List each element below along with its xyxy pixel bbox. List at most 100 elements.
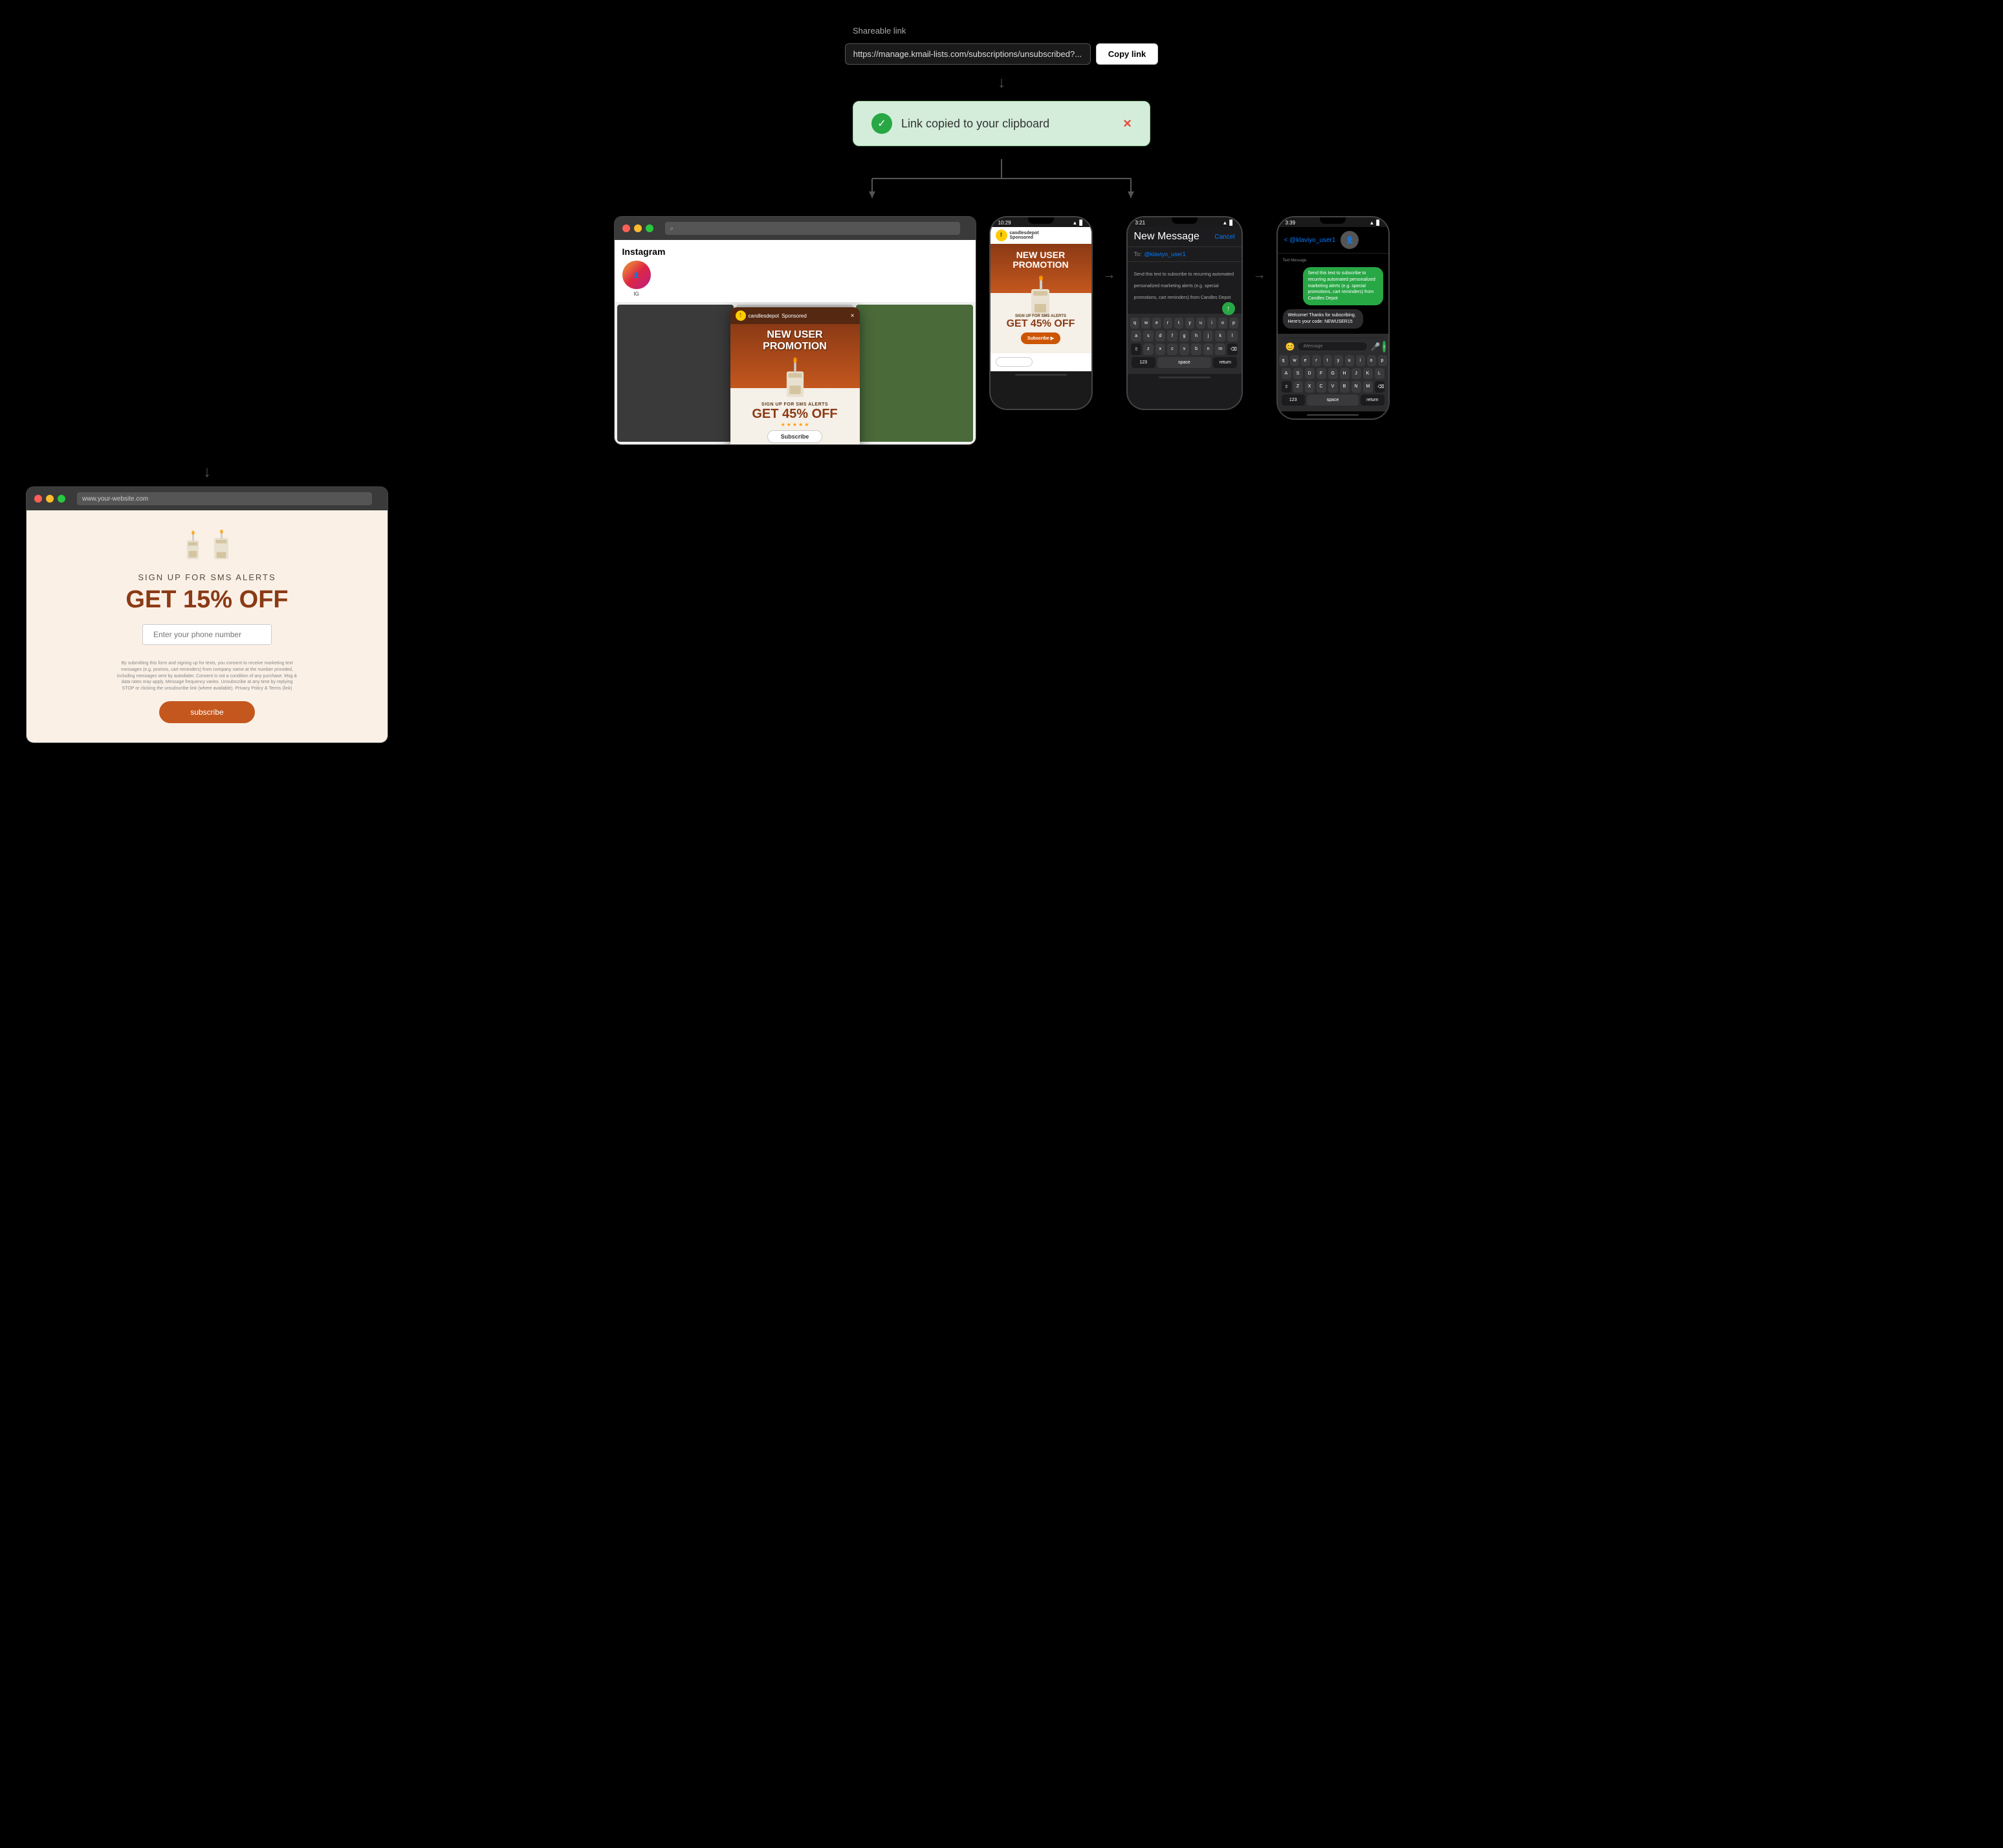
key-y[interactable]: y (1185, 318, 1194, 329)
conv-key-p[interactable]: p (1378, 355, 1387, 366)
conv-key-b[interactable]: B (1340, 381, 1350, 393)
phone1-candle-image (1025, 273, 1057, 312)
conv-key-a[interactable]: A (1282, 368, 1291, 379)
instagram-browser-window: ⌕ Instagram 👤 IG (614, 216, 976, 445)
key-space[interactable]: space (1157, 357, 1211, 368)
key-k[interactable]: k (1215, 331, 1225, 342)
phone1-subscribe-btn[interactable]: Subscribe (996, 357, 1033, 367)
key-i[interactable]: i (1207, 318, 1216, 329)
conv-key-c[interactable]: C (1317, 381, 1326, 393)
conv-key-r[interactable]: r (1312, 355, 1321, 366)
conv-key-n[interactable]: N (1352, 381, 1361, 393)
conv-key-y[interactable]: y (1334, 355, 1343, 366)
ig-story-item[interactable]: 👤 IG (622, 261, 651, 297)
landing-page-browser-window: www.your-website.com (26, 486, 388, 743)
conv-key-return[interactable]: return (1361, 395, 1384, 406)
key-delete[interactable]: ⌫ (1227, 343, 1238, 355)
phone1-more-icon[interactable]: ••• (1075, 230, 1086, 241)
key-m[interactable]: m (1215, 343, 1225, 355)
conv-key-i[interactable]: i (1356, 355, 1365, 366)
key-a[interactable]: a (1131, 331, 1141, 342)
conv-keyboard-row-1: q w e r t y u i o p (1282, 355, 1385, 366)
key-x[interactable]: x (1155, 343, 1166, 355)
key-q[interactable]: q (1130, 318, 1139, 329)
arrow-down-1: ↓ (998, 75, 1005, 91)
conv-key-d[interactable]: D (1305, 368, 1315, 379)
key-return[interactable]: return (1213, 357, 1237, 368)
key-f[interactable]: f (1167, 331, 1177, 342)
landing-url-bar[interactable]: www.your-website.com (77, 492, 372, 505)
messages-send-icon[interactable]: ↑ (1222, 302, 1235, 315)
key-d[interactable]: d (1155, 331, 1166, 342)
conv-key-o[interactable]: o (1367, 355, 1376, 366)
microphone-icon[interactable]: 🎤 (1370, 342, 1380, 351)
conversation-send-button[interactable]: ↑ (1383, 341, 1386, 353)
conv-key-123[interactable]: 123 (1282, 395, 1305, 406)
conv-key-u[interactable]: u (1345, 355, 1354, 366)
conv-key-k[interactable]: K (1363, 368, 1373, 379)
key-z[interactable]: z (1143, 343, 1154, 355)
conversation-back-button[interactable]: < @klaviyo_user1 (1284, 237, 1336, 244)
shareable-link-input[interactable] (845, 43, 1091, 65)
conv-key-q[interactable]: q (1279, 355, 1288, 366)
messages-cancel-button[interactable]: Cancel (1214, 234, 1234, 241)
key-w[interactable]: w (1141, 318, 1150, 329)
conv-key-v[interactable]: V (1328, 381, 1338, 393)
popup-sub-text: SIGN UP FOR SMS ALERTS (736, 402, 855, 407)
conv-key-h[interactable]: H (1340, 368, 1350, 379)
conv-key-f[interactable]: F (1317, 368, 1326, 379)
emoji-icon[interactable]: 😊 (1286, 342, 1295, 351)
key-v[interactable]: v (1179, 343, 1190, 355)
key-n[interactable]: n (1203, 343, 1214, 355)
conv-key-shift[interactable]: ⇧ (1282, 381, 1291, 393)
landing-subscribe-button[interactable]: subscribe (159, 701, 254, 723)
landing-mac-dot-red (34, 495, 42, 503)
conv-key-e[interactable]: e (1301, 355, 1310, 366)
imessage-input[interactable] (1297, 342, 1368, 351)
landing-candles (39, 530, 375, 562)
phone-status-icons: ▲ ▊ (1072, 220, 1083, 226)
mac-dot-red (622, 224, 630, 232)
popup-title-line2: PROMOTION (736, 341, 855, 353)
key-s[interactable]: s (1143, 331, 1154, 342)
conv-key-t[interactable]: t (1323, 355, 1332, 366)
browser-url-bar[interactable]: ⌕ (665, 222, 960, 235)
conv-key-z[interactable]: Z (1293, 381, 1303, 393)
conv-key-space[interactable]: space (1307, 395, 1359, 406)
phone1-share-icon[interactable]: ⬆ (1077, 356, 1086, 369)
key-b[interactable]: b (1191, 343, 1201, 355)
conv-key-j[interactable]: J (1352, 368, 1361, 379)
messages-body-text: Send this text to subscribe to recurring… (1134, 272, 1234, 300)
key-g[interactable]: g (1179, 331, 1190, 342)
key-shift[interactable]: ⇧ (1131, 343, 1141, 355)
popup-subscribe-button[interactable]: Subscribe (767, 430, 823, 443)
conv-key-m[interactable]: M (1363, 381, 1373, 393)
key-o[interactable]: o (1218, 318, 1227, 329)
toast-close-button[interactable]: × (1123, 115, 1132, 132)
phone3-status-icons: ▲ ▊ (1369, 220, 1380, 226)
key-u[interactable]: u (1196, 318, 1205, 329)
conv-key-l[interactable]: L (1375, 368, 1385, 379)
phone1-cta-button[interactable]: Subscribe ▶ (1021, 332, 1060, 344)
ig-popup-close-button[interactable]: × (851, 312, 855, 320)
landing-phone-input[interactable] (142, 624, 272, 645)
messages-body[interactable]: Send this text to subscribe to recurring… (1128, 262, 1242, 314)
key-l[interactable]: l (1227, 331, 1238, 342)
key-123[interactable]: 123 (1132, 357, 1155, 368)
key-t[interactable]: t (1174, 318, 1183, 329)
phone1-title-1: NEW USER (997, 250, 1085, 260)
conv-key-g[interactable]: G (1328, 368, 1338, 379)
conv-key-s[interactable]: S (1293, 368, 1303, 379)
key-r[interactable]: r (1163, 318, 1172, 329)
key-p[interactable]: p (1229, 318, 1238, 329)
key-c[interactable]: c (1167, 343, 1177, 355)
battery-icon-2: ▊ (1229, 220, 1233, 226)
copy-link-button[interactable]: Copy link (1096, 43, 1159, 65)
conv-key-delete[interactable]: ⌫ (1375, 381, 1385, 393)
key-e[interactable]: e (1152, 318, 1161, 329)
key-h[interactable]: h (1191, 331, 1201, 342)
key-j[interactable]: j (1203, 331, 1214, 342)
ig-popup-sponsored: Sponsored (782, 313, 807, 319)
conv-key-x[interactable]: X (1305, 381, 1315, 393)
conv-key-w[interactable]: w (1290, 355, 1299, 366)
